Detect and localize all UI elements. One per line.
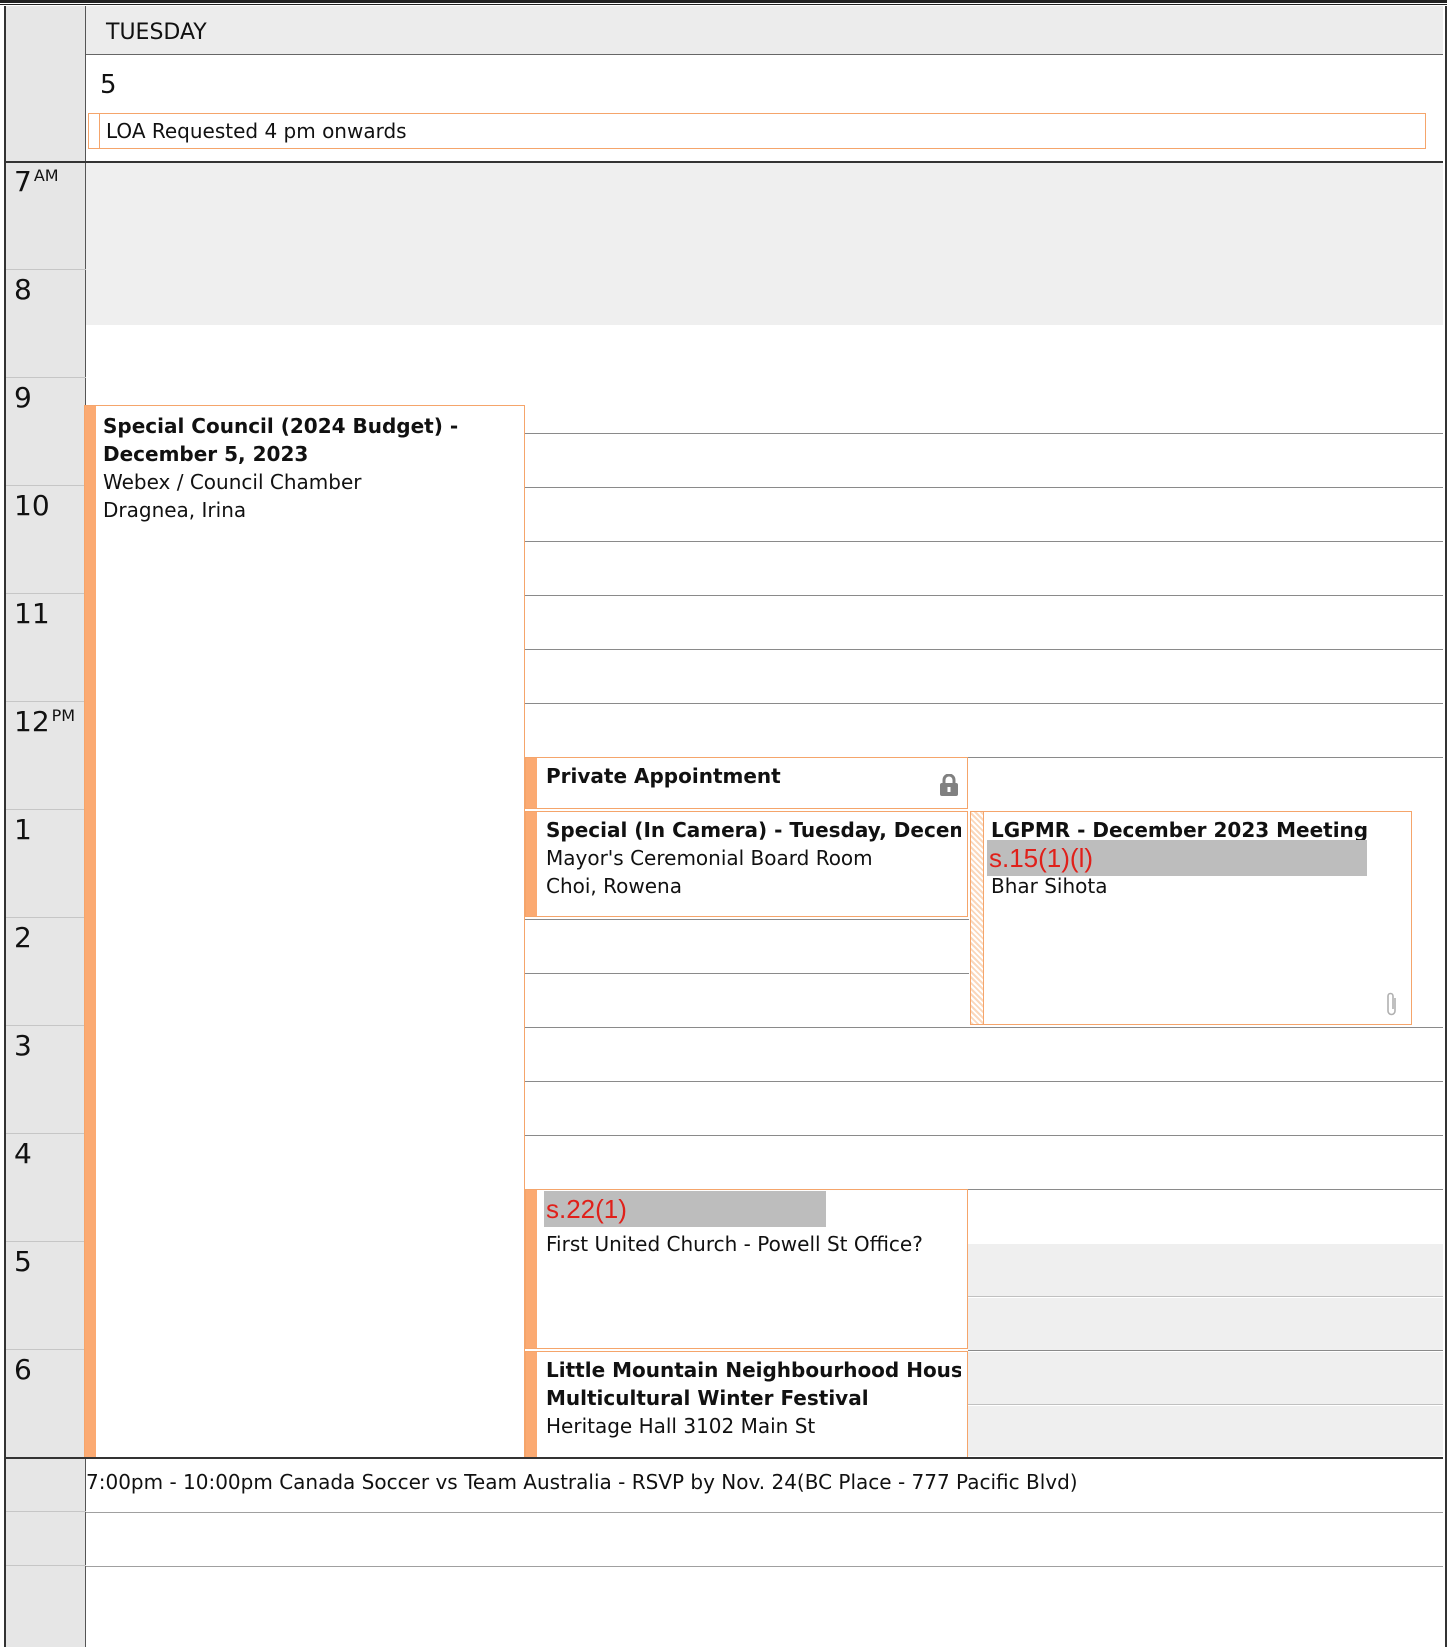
lock-icon — [940, 774, 958, 796]
slot-line — [525, 1135, 1443, 1136]
gutter-divider — [6, 1511, 86, 1512]
gutter-divider — [6, 1349, 86, 1350]
gutter-divider — [6, 1025, 86, 1026]
time-slot-5-30[interactable] — [968, 1298, 1443, 1351]
gutter-divider — [6, 485, 86, 486]
time-slot-8-30[interactable] — [86, 325, 1443, 380]
time-slot-6-00[interactable] — [968, 1352, 1443, 1405]
appointment-tentative-bar — [971, 812, 984, 1024]
slot-line — [525, 703, 1443, 704]
time-slot-7-00[interactable] — [86, 163, 1443, 218]
time-slot-5-00[interactable] — [968, 1244, 1443, 1297]
hour-label-4: 4 — [14, 1137, 32, 1170]
redaction-box: s.22(1) — [544, 1191, 826, 1227]
slot-line — [525, 433, 1443, 434]
all-day-event[interactable]: LOA Requested 4 pm onwards — [88, 113, 1426, 149]
appointment-private[interactable]: Private Appointment — [525, 757, 968, 809]
appointment-color-bar — [526, 1190, 537, 1348]
time-slot-6-30[interactable] — [968, 1406, 1443, 1456]
slot-line — [525, 595, 1443, 596]
gutter-divider — [6, 377, 86, 378]
hour-label-11: 11 — [14, 597, 50, 630]
evening-event[interactable]: 7:00pm - 10:00pm Canada Soccer vs Team A… — [86, 1470, 1078, 1494]
appointment-lgpmr[interactable]: LGPMR - December 2023 Meeting s.15(1)(l)… — [970, 811, 1412, 1025]
top-border — [0, 0, 1447, 5]
appointment-color-bar — [526, 758, 537, 808]
hour-label-10: 10 — [14, 489, 50, 522]
all-day-event-label: LOA Requested 4 pm onwards — [106, 119, 407, 143]
gutter-divider — [6, 1241, 86, 1242]
slot-line — [525, 1081, 1443, 1082]
gutter-divider — [6, 593, 86, 594]
appointment-title: Multicultural Winter Festival — [546, 1386, 869, 1410]
gutter-divider — [6, 1133, 86, 1134]
appointment-title: Special Council (2024 Budget) - — [103, 414, 459, 438]
appointment-little-mountain[interactable]: Little Mountain Neighbourhood House Mult… — [525, 1351, 968, 1458]
slot-line — [968, 1189, 1443, 1190]
appointment-location: Mayor's Ceremonial Board Room — [546, 846, 873, 870]
gutter-divider — [6, 809, 86, 810]
hour-label-5: 5 — [14, 1245, 32, 1278]
hour-label-6: 6 — [14, 1353, 32, 1386]
hour-label-9: 9 — [14, 381, 32, 414]
hour-label-3: 3 — [14, 1029, 32, 1062]
all-day-event-strip — [89, 114, 100, 148]
appointment-location: Heritage Hall 3102 Main St — [546, 1414, 816, 1438]
time-slot-8-00[interactable] — [86, 271, 1443, 326]
appointment-organizer: Choi, Rowena — [546, 874, 682, 898]
appointment-organizer: Bhar Sihota — [991, 874, 1108, 898]
appointment-redacted[interactable]: s.22(1) First United Church - Powell St … — [525, 1189, 968, 1349]
paperclip-icon[interactable] — [1385, 990, 1399, 1018]
appointment-location: Webex / Council Chamber — [103, 470, 362, 494]
slot-line — [525, 541, 1443, 542]
hour-label-8: 8 — [14, 273, 32, 306]
appointment-organizer: Dragnea, Irina — [103, 498, 247, 522]
slot-line — [525, 487, 1443, 488]
day-header[interactable]: TUESDAY — [86, 6, 1443, 55]
hour-label-7am: 7 AM — [14, 165, 59, 198]
slot-line — [525, 649, 1443, 650]
appointment-color-bar — [85, 406, 96, 1457]
hour-label-12pm: 12 PM — [14, 705, 76, 738]
gutter-divider — [6, 269, 86, 270]
redaction-box: s.15(1)(l) — [987, 840, 1367, 876]
slot-line — [525, 1027, 1443, 1028]
gutter-divider — [6, 1565, 86, 1566]
appointment-title: Special (In Camera) - Tuesday, December … — [546, 818, 961, 842]
gutter-divider — [6, 917, 86, 918]
day-name: TUESDAY — [106, 20, 207, 45]
appointment-location: First United Church - Powell St Office? — [546, 1232, 923, 1256]
time-slot-8pm[interactable] — [86, 1567, 1443, 1647]
slot-line — [525, 973, 969, 974]
appointment-title: Private Appointment — [546, 764, 781, 788]
appointment-special-in-camera[interactable]: Special (In Camera) - Tuesday, December … — [525, 811, 968, 917]
slot-line — [525, 919, 969, 920]
gutter-divider — [6, 701, 86, 702]
time-slot-7-30[interactable] — [86, 217, 1443, 272]
appointment-special-council[interactable]: Special Council (2024 Budget) - December… — [84, 405, 525, 1458]
appointment-color-bar — [526, 812, 537, 916]
hour-label-2: 2 — [14, 921, 32, 954]
time-slot-7-30pm[interactable] — [86, 1513, 1443, 1567]
appointment-title: Little Mountain Neighbourhood House — [546, 1358, 961, 1382]
appointment-title: December 5, 2023 — [103, 442, 309, 466]
hour-label-1: 1 — [14, 813, 32, 846]
appointment-color-bar — [526, 1352, 537, 1457]
day-number[interactable]: 5 — [100, 70, 117, 100]
